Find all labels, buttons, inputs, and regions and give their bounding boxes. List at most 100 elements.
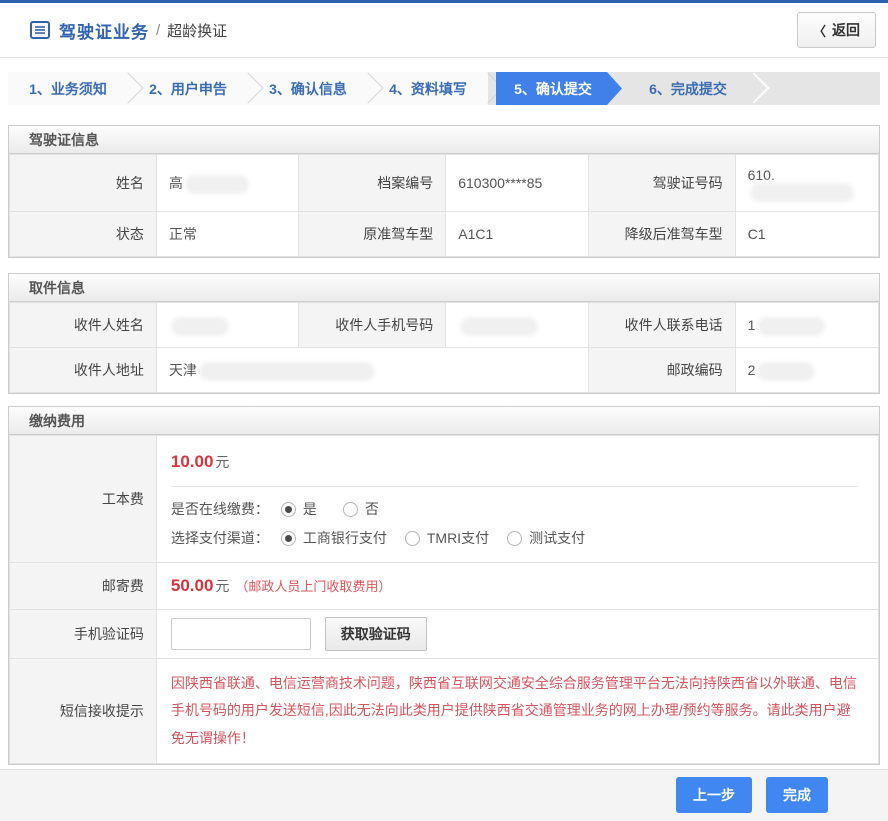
recipient-name-label-cell: 收件人姓名	[10, 303, 157, 348]
downgraded-class-value-cell: C1	[735, 212, 878, 257]
pickup-section-title: 取件信息	[9, 274, 879, 302]
page-title: 驾驶证业务	[59, 18, 149, 43]
back-button-label: 返回	[832, 20, 860, 40]
table-row: 收件人地址 天津 邮政编码 2	[10, 348, 879, 393]
finish-button[interactable]: 完成	[766, 777, 828, 813]
radio-label: 工商银行支付	[303, 528, 387, 548]
pickup-info-table: 收件人姓名 收件人手机号码 收件人联系电话 1 收件人地址 天津 邮政编码 2	[9, 302, 879, 393]
license-number-value-cell: 610.	[735, 155, 878, 212]
step-label: 6、完成提交	[649, 79, 727, 99]
online-payment-radio-line: 是否在线缴费： 是 否	[171, 499, 858, 519]
get-sms-code-button[interactable]: 获取验证码	[325, 617, 427, 651]
table-row: 手机验证码 获取验证码	[10, 610, 879, 659]
downgraded-class-label-cell: 降级后准驾车型	[588, 212, 735, 257]
license-info-section: 驾驶证信息 姓名 高 档案编号 610300****85 驾驶证号码 610. …	[8, 125, 880, 258]
breadcrumb-current: 超龄换证	[167, 20, 227, 41]
step-4-fill-material[interactable]: 4、资料填写	[368, 72, 488, 105]
breadcrumb-separator: /	[156, 22, 160, 39]
redacted-value	[760, 320, 822, 333]
redacted-value	[202, 365, 372, 378]
recipient-phone-value-cell: 1	[735, 303, 878, 348]
status-value-cell: 正常	[156, 212, 299, 257]
table-row: 姓名 高 档案编号 610300****85 驾驶证号码 610.	[10, 155, 879, 212]
step-label: 3、确认信息	[269, 79, 347, 99]
pickup-info-section: 取件信息 收件人姓名 收件人手机号码 收件人联系电话 1 收件人地址 天津 邮政…	[8, 273, 880, 394]
payment-channel-question: 选择支付渠道：	[171, 528, 269, 548]
production-fee-amount: 10.00	[171, 452, 214, 471]
file-number-value-cell: 610300****85	[446, 155, 589, 212]
page-footer: 上一步 完成	[0, 769, 888, 821]
payment-options-block: 是否在线缴费： 是 否 选择支付渠道：	[171, 487, 858, 562]
zip-code-label-cell: 邮政编码	[588, 348, 735, 393]
channel-icbc-radio[interactable]: 工商银行支付	[281, 528, 387, 548]
sms-notice-value-cell: 因陕西省联通、电信运营商技术问题，陕西省互联网交通安全综合服务管理平台无法向持陕…	[156, 659, 878, 764]
step-1-business-notice[interactable]: 1、业务须知	[8, 72, 128, 105]
back-chevron-icon: 〈	[813, 21, 826, 40]
step-2-user-declaration[interactable]: 2、用户申告	[128, 72, 248, 105]
step-6-finish-submit[interactable]: 6、完成提交	[622, 72, 754, 105]
step-3-confirm-info[interactable]: 3、确认信息	[248, 72, 368, 105]
production-fee-amount-line: 10.00元	[171, 436, 858, 487]
production-fee-value-cell: 10.00元 是否在线缴费： 是 否	[156, 436, 878, 563]
sms-notice-text: 因陕西省联通、电信运营商技术问题，陕西省互联网交通安全综合服务管理平台无法向持陕…	[171, 670, 864, 752]
channel-tmri-radio[interactable]: TMRI支付	[405, 528, 489, 548]
step-wizard: 1、业务须知 2、用户申告 3、确认信息 4、资料填写 5、确认提交 6、完成提…	[8, 72, 880, 105]
step-label: 2、用户申告	[149, 79, 227, 99]
status-label-cell: 状态	[10, 212, 157, 257]
online-payment-no-radio[interactable]: 否	[343, 499, 379, 519]
table-row: 短信接收提示 因陕西省联通、电信运营商技术问题，陕西省互联网交通安全综合服务管理…	[10, 659, 879, 764]
recipient-name-value-cell	[156, 303, 299, 348]
radio-circle-icon	[343, 502, 358, 517]
redacted-value	[753, 186, 851, 199]
postage-fee-label-cell: 邮寄费	[10, 563, 157, 610]
radio-label: 测试支付	[529, 528, 585, 548]
table-row: 工本费 10.00元 是否在线缴费： 是 否	[10, 436, 879, 563]
recipient-mobile-value-cell	[446, 303, 589, 348]
sms-code-input[interactable]	[171, 618, 311, 650]
recipient-phone-label-cell: 收件人联系电话	[588, 303, 735, 348]
radio-circle-icon	[405, 531, 420, 546]
table-row: 收件人姓名 收件人手机号码 收件人联系电话 1	[10, 303, 879, 348]
postage-fee-unit: 元	[215, 578, 229, 594]
back-button[interactable]: 〈 返回	[797, 12, 876, 48]
original-class-value-cell: A1C1	[446, 212, 589, 257]
license-number-label-cell: 驾驶证号码	[588, 155, 735, 212]
payment-channel-radio-line: 选择支付渠道： 工商银行支付 TMRI支付 测试支付	[171, 528, 858, 548]
license-info-table: 姓名 高 档案编号 610300****85 驾驶证号码 610. 状态 正常 …	[9, 154, 879, 257]
recipient-address-value-cell: 天津	[156, 348, 588, 393]
fees-table: 工本费 10.00元 是否在线缴费： 是 否	[9, 435, 879, 764]
name-label-cell: 姓名	[10, 155, 157, 212]
production-fee-unit: 元	[215, 454, 229, 470]
step-5-confirm-submit-active[interactable]: 5、确认提交	[496, 72, 622, 105]
sms-notice-label-cell: 短信接收提示	[10, 659, 157, 764]
online-payment-yes-radio[interactable]: 是	[281, 499, 317, 519]
sms-code-value-cell: 获取验证码	[156, 610, 878, 659]
license-number-value: 610.	[748, 167, 775, 183]
table-row: 状态 正常 原准驾车型 A1C1 降级后准驾车型 C1	[10, 212, 879, 257]
postage-fee-amount: 50.00	[171, 576, 214, 595]
postage-fee-value-cell: 50.00元 （邮政人员上门收取费用）	[156, 563, 878, 610]
redacted-value	[760, 365, 812, 378]
postage-fee-note: （邮政人员上门收取费用）	[235, 579, 391, 594]
previous-step-button[interactable]: 上一步	[676, 777, 752, 813]
name-value-cell: 高	[156, 155, 299, 212]
redacted-value	[174, 320, 226, 333]
step-label: 4、资料填写	[389, 79, 467, 99]
radio-circle-icon	[507, 531, 522, 546]
license-section-title: 驾驶证信息	[9, 126, 879, 154]
table-row: 邮寄费 50.00元 （邮政人员上门收取费用）	[10, 563, 879, 610]
radio-label: 否	[365, 499, 379, 519]
recipient-address-label-cell: 收件人地址	[10, 348, 157, 393]
radio-circle-icon	[281, 502, 296, 517]
sms-code-label-cell: 手机验证码	[10, 610, 157, 659]
recipient-mobile-label-cell: 收件人手机号码	[299, 303, 446, 348]
channel-test-radio[interactable]: 测试支付	[507, 528, 585, 548]
recipient-phone-value: 1	[748, 317, 756, 333]
production-fee-label-cell: 工本费	[10, 436, 157, 563]
name-value: 高	[169, 175, 183, 191]
recipient-address-value: 天津	[169, 362, 197, 378]
list-icon	[30, 21, 50, 39]
fees-section: 缴纳费用 工本费 10.00元 是否在线缴费： 是	[8, 406, 880, 765]
step-bar-filler	[754, 72, 880, 105]
step-label: 5、确认提交	[514, 79, 592, 99]
